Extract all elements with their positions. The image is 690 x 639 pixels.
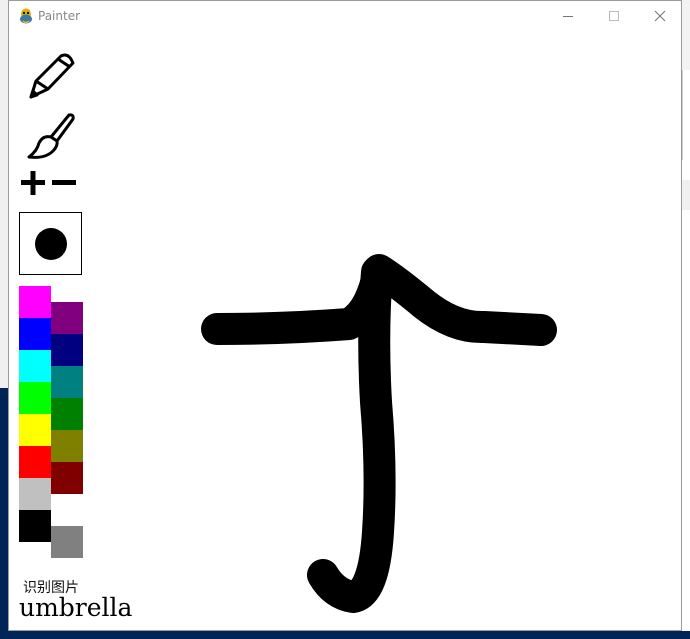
brush-dot-icon — [35, 228, 67, 260]
plus-icon — [21, 171, 45, 195]
color-swatch[interactable] — [51, 526, 83, 558]
color-swatch[interactable] — [19, 318, 51, 350]
background-terminal-bottom — [0, 631, 690, 639]
color-swatch[interactable] — [19, 414, 51, 446]
drawing-canvas[interactable] — [99, 32, 681, 630]
brush-tool-button[interactable] — [25, 111, 77, 161]
color-swatch[interactable] — [19, 510, 51, 542]
maximize-icon — [609, 11, 619, 21]
python-snake-icon — [20, 8, 32, 24]
color-swatch[interactable] — [51, 334, 83, 366]
window-title: Painter — [38, 9, 81, 23]
background-terminal — [0, 388, 8, 639]
decrease-size-button[interactable] — [51, 170, 77, 196]
minimize-button[interactable] — [545, 1, 591, 31]
pencil-tool-button[interactable] — [27, 51, 77, 101]
increase-size-button[interactable] — [20, 170, 46, 196]
close-button[interactable] — [637, 1, 683, 31]
color-swatch[interactable] — [51, 398, 83, 430]
color-swatch[interactable] — [51, 462, 83, 494]
maximize-button[interactable] — [591, 1, 637, 31]
umbrella-drawing — [201, 254, 557, 613]
color-swatch[interactable] — [19, 382, 51, 414]
title-bar[interactable]: Painter — [9, 1, 681, 31]
color-swatch[interactable] — [51, 494, 83, 526]
brush-size-preview — [19, 212, 82, 275]
background-window-right — [682, 0, 690, 639]
background-window-left — [0, 0, 8, 639]
color-swatch[interactable] — [51, 302, 83, 334]
color-swatch[interactable] — [19, 478, 51, 510]
color-swatch[interactable] — [51, 430, 83, 462]
color-swatch[interactable] — [19, 446, 51, 478]
color-swatch[interactable] — [19, 350, 51, 382]
minimize-icon — [563, 16, 573, 17]
painter-window: Painter 识别图片 umbrella — [8, 0, 682, 631]
pencil-icon — [29, 53, 75, 99]
color-swatch[interactable] — [51, 366, 83, 398]
brush-icon — [27, 113, 75, 159]
close-icon — [654, 10, 666, 22]
minus-icon — [52, 180, 76, 185]
color-swatch[interactable] — [19, 286, 51, 318]
